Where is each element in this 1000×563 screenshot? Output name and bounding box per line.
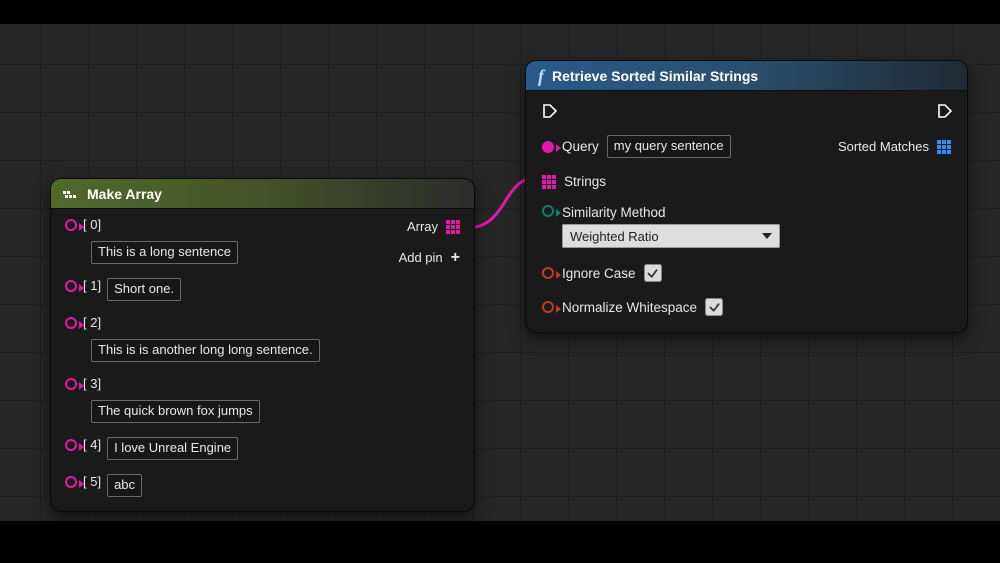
output-pin-label: Array (407, 219, 438, 234)
string-pin-icon (542, 141, 554, 153)
value-input-4[interactable]: I love Unreal Engine (107, 437, 238, 460)
index-label: [ 5] (83, 474, 101, 490)
array-entry-4: [ 4] I love Unreal Engine (65, 437, 460, 460)
index-label: [ 3] (83, 376, 101, 392)
enum-pin-icon[interactable] (542, 205, 554, 217)
bool-pin-icon[interactable] (542, 267, 554, 279)
value-input-2[interactable]: This is is another long long sentence. (91, 339, 320, 362)
index-label: [ 2] (83, 315, 101, 331)
ignore-case-checkbox[interactable] (644, 264, 662, 282)
exec-pin-out[interactable] (937, 103, 951, 119)
array-pin-icon (446, 220, 460, 234)
array-pin-icon (542, 175, 556, 189)
input-pin-2[interactable] (65, 317, 77, 329)
node-title: Make Array (87, 186, 162, 202)
node-retrieve-sorted-similar-strings[interactable]: f Retrieve Sorted Similar Strings Query … (526, 61, 967, 332)
node-header-make-array[interactable]: Make Array (51, 179, 474, 209)
array-entry-2: [ 2] This is is another long long senten… (65, 315, 460, 362)
input-pin-4[interactable] (65, 439, 77, 451)
normalize-ws-label: Normalize Whitespace (562, 300, 697, 315)
add-pin-button[interactable]: Add pin + (399, 250, 460, 265)
value-input-1[interactable]: Short one. (107, 278, 181, 301)
node-header-retrieve[interactable]: f Retrieve Sorted Similar Strings (526, 61, 967, 91)
output-pin-sorted-matches[interactable]: Sorted Matches (838, 139, 951, 154)
input-pin-strings[interactable]: Strings (542, 174, 951, 189)
array-entry-3: [ 3] The quick brown fox jumps (65, 376, 460, 423)
exec-arrow-icon (542, 103, 556, 119)
array-entry-5: [ 5] abc (65, 474, 460, 497)
sorted-matches-label: Sorted Matches (838, 139, 929, 154)
similarity-label: Similarity Method (562, 205, 780, 220)
index-label: [ 1] (83, 278, 101, 294)
function-icon: f (538, 69, 544, 83)
output-pin-array[interactable]: Array (407, 219, 460, 234)
index-label: [ 4] (83, 437, 101, 453)
similarity-value: Weighted Ratio (570, 229, 659, 244)
input-pin-5[interactable] (65, 476, 77, 488)
value-input-5[interactable]: abc (107, 474, 142, 497)
input-similarity-method: Similarity Method Weighted Ratio (542, 205, 951, 248)
input-normalize-whitespace: Normalize Whitespace (542, 298, 951, 316)
node-make-array[interactable]: Make Array Array Add pin + [ 0] (51, 179, 474, 511)
exec-arrow-icon (937, 103, 951, 119)
query-label: Query (562, 139, 599, 154)
plus-icon: + (451, 252, 460, 264)
bool-pin-icon[interactable] (542, 301, 554, 313)
node-title: Retrieve Sorted Similar Strings (552, 68, 758, 84)
value-input-3[interactable]: The quick brown fox jumps (91, 400, 260, 423)
input-ignore-case: Ignore Case (542, 264, 951, 282)
value-input-0[interactable]: This is a long sentence (91, 241, 238, 264)
add-pin-label: Add pin (399, 250, 443, 265)
array-pin-icon (937, 140, 951, 154)
input-pin-1[interactable] (65, 280, 77, 292)
input-pin-0[interactable] (65, 219, 77, 231)
make-array-icon (63, 189, 79, 199)
index-label: [ 0] (83, 217, 101, 233)
chevron-down-icon (762, 233, 772, 239)
normalize-ws-checkbox[interactable] (705, 298, 723, 316)
blueprint-canvas[interactable]: Make Array Array Add pin + [ 0] (0, 24, 1000, 521)
input-pin-3[interactable] (65, 378, 77, 390)
array-entry-1: [ 1] Short one. (65, 278, 460, 301)
query-input[interactable]: my query sentence (607, 135, 731, 158)
ignore-case-label: Ignore Case (562, 266, 636, 281)
similarity-dropdown[interactable]: Weighted Ratio (562, 224, 780, 248)
strings-label: Strings (564, 174, 606, 189)
